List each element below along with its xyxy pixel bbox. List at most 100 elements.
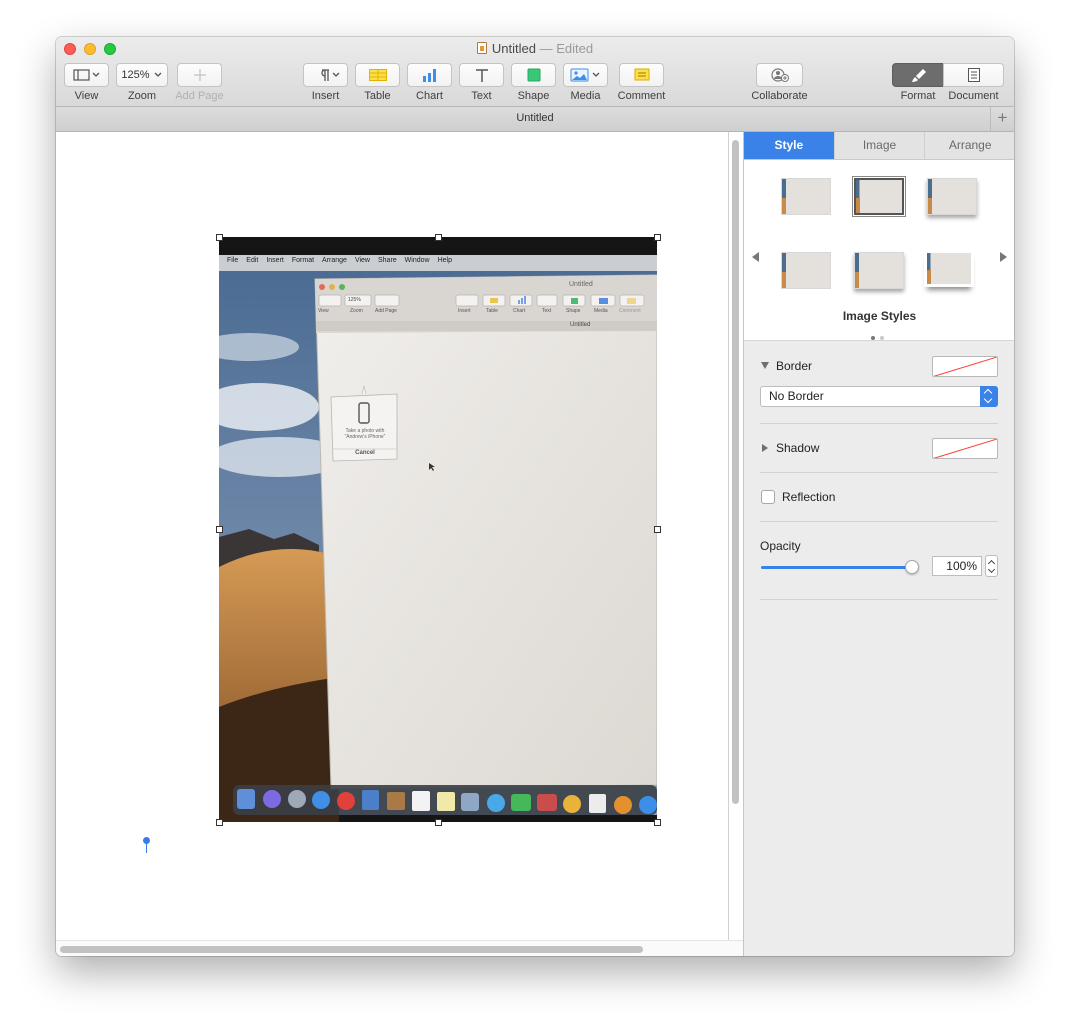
opacity-slider-knob[interactable] — [905, 560, 919, 574]
resize-handle-left[interactable] — [216, 526, 223, 533]
collaborate-button[interactable] — [756, 63, 803, 87]
window-title: Untitled — Edited — [56, 41, 1014, 56]
photo-inner-label-text: Text — [542, 308, 552, 314]
plus-icon — [193, 69, 206, 81]
text-button[interactable] — [459, 63, 504, 87]
tab-style[interactable]: Style — [744, 132, 835, 159]
pages-window: Untitled — Edited View 125% Zoom Add Pag… — [56, 37, 1014, 956]
insert-label: Insert — [311, 90, 340, 102]
photo-menu-item: Help — [437, 257, 452, 264]
chart-button[interactable] — [407, 63, 452, 87]
reflection-label: Reflection — [782, 490, 836, 504]
image-styles-label: Image Styles — [842, 309, 917, 323]
vertical-scrollbar[interactable] — [732, 140, 739, 804]
document-canvas[interactable]: File Edit Insert Format Arrange View Sha… — [56, 132, 743, 956]
horizontal-scrollbar-track — [56, 940, 743, 956]
inspector-tabs: Style Image Arrange — [744, 132, 1014, 160]
image-style-3[interactable] — [927, 178, 977, 215]
opacity-label: Opacity — [760, 539, 801, 553]
titlebar: Untitled — Edited View 125% Zoom Add Pag… — [56, 37, 1014, 107]
image-style-1[interactable] — [781, 178, 831, 215]
resize-handle-bottom-left[interactable] — [216, 819, 223, 826]
document-inspector-button[interactable] — [943, 63, 1004, 87]
new-tab-button[interactable]: + — [990, 107, 1014, 131]
insert-button[interactable] — [303, 63, 348, 87]
comment-button[interactable] — [619, 63, 664, 87]
shadow-color-well[interactable] — [932, 438, 998, 459]
add-page-button[interactable] — [177, 63, 222, 87]
tab-image[interactable]: Image — [835, 132, 926, 159]
horizontal-scrollbar[interactable] — [60, 946, 643, 953]
document-label: Document — [948, 90, 999, 102]
add-page-label: Add Page — [175, 90, 224, 102]
media-button[interactable] — [563, 63, 608, 87]
photo-menu-item: Insert — [266, 257, 284, 264]
divider — [760, 472, 998, 473]
comment-icon — [634, 68, 649, 81]
media-label: Media — [570, 90, 601, 102]
photo-menu-item: Share — [377, 257, 397, 264]
tab-arrange[interactable]: Arrange — [925, 132, 1014, 159]
image-styles-panel: Image Styles — [744, 160, 1014, 341]
media-icon — [570, 68, 599, 82]
border-disclosure-icon[interactable] — [761, 362, 769, 369]
border-style-value: No Border — [769, 389, 824, 403]
photo-inner-title: Untitled — [569, 281, 593, 288]
resize-handle-bottom-right[interactable] — [654, 819, 661, 826]
text-label: Text — [471, 90, 492, 102]
inserted-photo[interactable]: File Edit Insert Format Arrange View Sha… — [219, 237, 657, 822]
view-button[interactable] — [64, 63, 109, 87]
format-inspector: Style Image Arrange Image Styles Border … — [743, 132, 1014, 956]
reflection-checkbox[interactable] — [761, 490, 775, 504]
collaborate-icon — [770, 68, 789, 82]
resize-handle-top-left[interactable] — [216, 234, 223, 241]
photo-menu-item: Arrange — [322, 257, 347, 264]
border-color-well[interactable] — [932, 356, 998, 377]
pages-document-icon — [476, 42, 487, 54]
previous-styles-arrow[interactable] — [752, 252, 759, 262]
divider — [760, 521, 998, 522]
text-insertion-point[interactable] — [143, 837, 150, 853]
photo-inner-label-shape: Shape — [566, 308, 581, 314]
format-inspector-button[interactable] — [892, 63, 944, 87]
photo-inner-label-table: Table — [486, 308, 498, 314]
table-button[interactable] — [355, 63, 400, 87]
resize-handle-top[interactable] — [435, 234, 442, 241]
photo-popover-cancel: Cancel — [355, 450, 375, 456]
page-edge — [728, 132, 729, 940]
edited-indicator: — Edited — [539, 41, 594, 56]
photo-menu-item: Window — [404, 257, 430, 264]
opacity-field[interactable]: 100% — [932, 556, 982, 576]
image-style-6[interactable] — [924, 250, 974, 287]
photo-add-page-button — [374, 294, 400, 307]
window-title-text: Untitled — [491, 41, 536, 56]
shape-button[interactable] — [511, 63, 556, 87]
opacity-slider-track[interactable] — [761, 566, 911, 569]
resize-handle-right[interactable] — [654, 526, 661, 533]
photo-inner-label-zoom: Zoom — [350, 308, 363, 314]
resize-handle-top-right[interactable] — [654, 234, 661, 241]
document-tab-title[interactable]: Untitled — [56, 112, 1014, 124]
format-label: Format — [900, 90, 936, 102]
comment-label: Comment — [617, 90, 666, 102]
image-style-5[interactable] — [854, 252, 904, 289]
photo-popover-line-2: “Andrew's iPhone” — [344, 434, 386, 440]
photo-inner-label-chart: Chart — [513, 308, 526, 314]
divider — [760, 599, 998, 600]
next-styles-arrow[interactable] — [1000, 252, 1007, 262]
page-indicator[interactable] — [871, 327, 889, 345]
image-style-2[interactable] — [852, 176, 906, 217]
photo-menu-item: View — [354, 257, 370, 264]
shadow-disclosure-icon[interactable] — [762, 444, 768, 452]
opacity-stepper[interactable] — [985, 555, 998, 577]
divider — [760, 423, 998, 424]
table-icon — [368, 69, 387, 81]
border-style-select[interactable]: No Border — [760, 386, 998, 407]
photo-menubar: File Edit Insert Format Arrange View Sha… — [227, 257, 452, 264]
resize-handle-bottom[interactable] — [435, 819, 442, 826]
zoom-dropdown[interactable]: 125% — [116, 63, 168, 87]
paragraph-icon — [320, 69, 339, 81]
photo-inner-label-insert: Insert — [458, 308, 471, 314]
image-style-4[interactable] — [781, 252, 831, 289]
table-label: Table — [364, 90, 391, 102]
